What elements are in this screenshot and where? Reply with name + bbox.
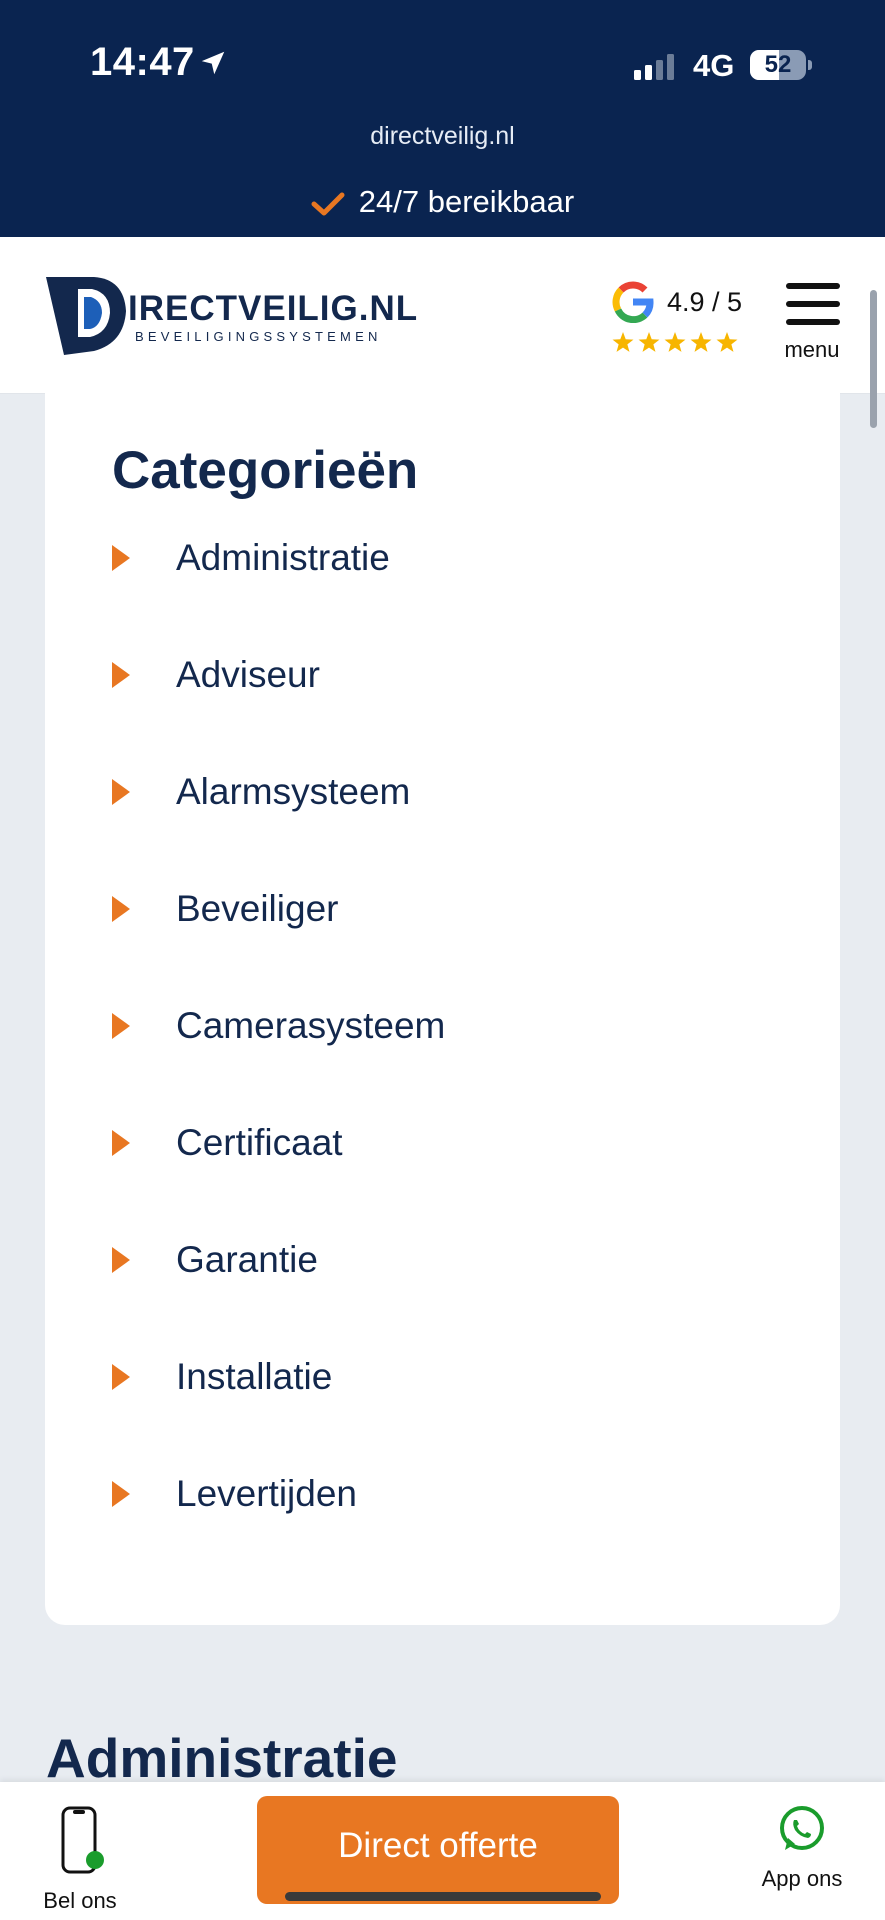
category-item-alarmsysteem[interactable]: Alarmsysteem (112, 759, 792, 876)
site-header: IRECTVEILIG.NL BEVEILIGINGSSYSTEMEN 4.9 … (0, 237, 885, 394)
menu-label: menu (784, 337, 840, 362)
page-url[interactable]: directveilig.nl (0, 122, 885, 151)
categories-title: Categorieën (112, 441, 419, 500)
category-item-garantie[interactable]: Garantie (112, 1227, 792, 1344)
top-banner: 14:47 4G 52 directveilig.nl 24/7 bereikb… (0, 0, 885, 237)
logo-mark-icon[interactable] (44, 271, 130, 357)
category-label[interactable]: Alarmsysteem (176, 771, 410, 813)
star-icon (638, 332, 660, 352)
category-label[interactable]: Levertijden (176, 1473, 357, 1515)
category-label[interactable]: Beveiliger (176, 888, 338, 930)
category-label[interactable]: Adviseur (176, 654, 320, 696)
star-icon (664, 332, 686, 352)
battery-tip (808, 60, 812, 70)
category-label[interactable]: Camerasysteem (176, 1005, 445, 1047)
google-rating: 4.9 / 5 (667, 287, 743, 317)
star-icon (612, 332, 634, 352)
check-icon (311, 192, 345, 216)
section-heading: Administratie (46, 1727, 398, 1789)
location-arrow-icon (201, 51, 225, 75)
categories-card: Categorieën Administratie Adviseur Alarm… (45, 392, 840, 1625)
whatsapp-button[interactable]: App ons (752, 1804, 852, 1914)
category-item-installatie[interactable]: Installatie (112, 1344, 792, 1461)
status-time: 14:47 (90, 40, 195, 84)
category-item-adviseur[interactable]: Adviseur (112, 642, 792, 759)
google-icon[interactable] (612, 281, 654, 323)
star-icon (716, 332, 738, 352)
category-item-levertijden[interactable]: Levertijden (112, 1461, 792, 1578)
whatsapp-icon (780, 1806, 824, 1850)
category-item-beveiliger[interactable]: Beveiliger (112, 876, 792, 993)
category-item-certificaat[interactable]: Certificaat (112, 1110, 792, 1227)
star-icon (690, 332, 712, 352)
signal-bars-icon (634, 54, 674, 80)
triangle-right-icon (112, 1130, 130, 1156)
call-button[interactable]: Bel ons (30, 1792, 130, 1913)
menu-icon-bar-middle (786, 301, 840, 307)
category-label[interactable]: Certificaat (176, 1122, 343, 1164)
menu-icon-bar-top (786, 283, 840, 289)
triangle-right-icon (112, 1364, 130, 1390)
availability-label: 24/7 bereikbaar (358, 184, 575, 219)
logo-text[interactable]: IRECTVEILIG.NL (128, 289, 418, 329)
network-type: 4G (693, 48, 735, 83)
call-label: Bel ons (43, 1888, 117, 1913)
direct-offerte-button[interactable]: Direct offerte (257, 1796, 619, 1904)
battery-indicator: 52 (750, 50, 806, 80)
triangle-right-icon (112, 1481, 130, 1507)
triangle-right-icon (112, 1247, 130, 1273)
triangle-right-icon (112, 662, 130, 688)
logo-subtitle: BEVEILIGINGSSYSTEMEN (135, 329, 382, 344)
triangle-right-icon (112, 896, 130, 922)
phone-icon (61, 1806, 104, 1874)
availability-text: 24/7 bereikbaar (0, 184, 885, 220)
rating-stars (612, 332, 738, 352)
category-label[interactable]: Garantie (176, 1239, 318, 1281)
category-label[interactable]: Administratie (176, 537, 390, 579)
triangle-right-icon (112, 545, 130, 571)
category-list: Administratie Adviseur Alarmsysteem Beve… (112, 525, 792, 1578)
triangle-right-icon (112, 1013, 130, 1039)
menu-button[interactable]: menu (782, 283, 842, 363)
menu-icon-bar-bottom (786, 319, 840, 325)
home-indicator[interactable] (285, 1892, 601, 1901)
battery-level: 52 (764, 51, 792, 78)
category-label[interactable]: Installatie (176, 1356, 332, 1398)
category-item-camerasysteem[interactable]: Camerasysteem (112, 993, 792, 1110)
scrollbar-thumb[interactable] (870, 290, 877, 428)
category-item-administratie[interactable]: Administratie (112, 525, 792, 642)
app-label: App ons (761, 1866, 843, 1891)
triangle-right-icon (112, 779, 130, 805)
